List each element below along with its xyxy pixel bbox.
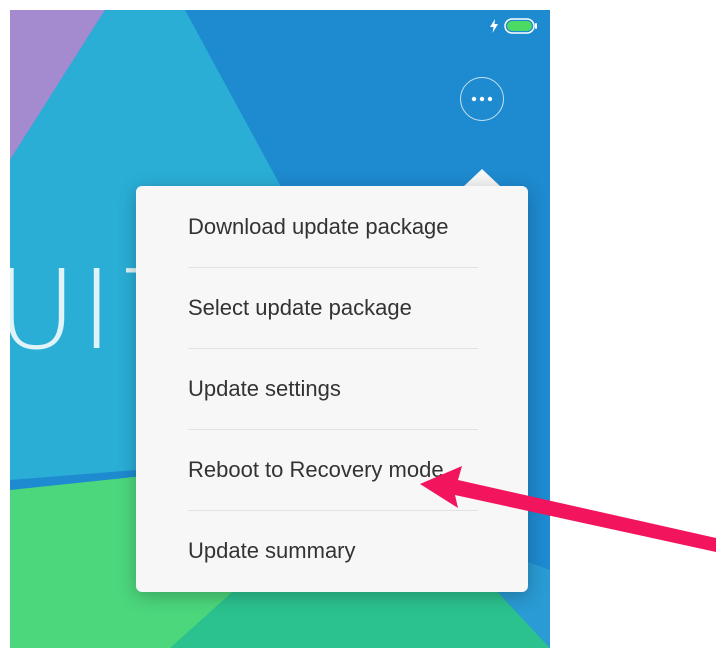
more-options-button[interactable] xyxy=(460,77,504,121)
overflow-menu: Download update package Select update pa… xyxy=(136,165,528,592)
menu-item-select-update-package[interactable]: Select update package xyxy=(188,267,478,348)
more-dots-icon xyxy=(471,96,493,102)
menu-item-download-update-package[interactable]: Download update package xyxy=(188,186,478,267)
battery-full-icon xyxy=(504,18,538,39)
menu-item-update-settings[interactable]: Update settings xyxy=(188,348,478,429)
menu-caret xyxy=(463,169,501,187)
menu-item-reboot-to-recovery[interactable]: Reboot to Recovery mode xyxy=(188,429,478,510)
menu-item-update-summary[interactable]: Update summary xyxy=(188,510,478,591)
status-bar xyxy=(490,18,538,39)
menu-panel: Download update package Select update pa… xyxy=(136,186,528,592)
screenshot-stage: UI7 Download update package Select updat… xyxy=(0,0,716,648)
lightning-bolt-icon xyxy=(490,19,498,38)
